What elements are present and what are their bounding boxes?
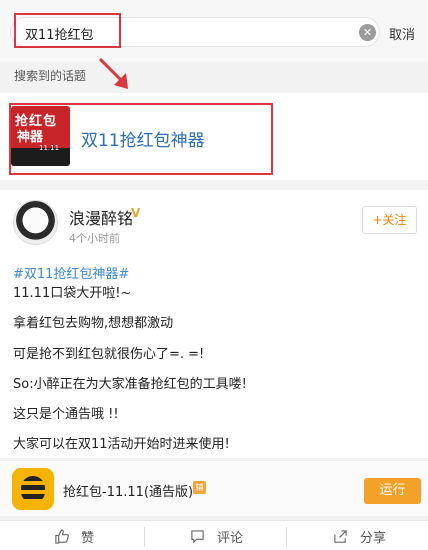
search-highlight-box: [14, 13, 121, 48]
topic-highlight-box: [9, 103, 273, 175]
post-text-line: 大家可以在双11活动开始时进来使用!: [13, 437, 230, 452]
divider: [286, 527, 287, 547]
app-name: 抢红包-11.11(通告版): [63, 485, 194, 500]
post-text-line: 可是抢不到红包就很伤心了=. =!: [13, 347, 205, 362]
post-card: 浪漫醉铭 V 4个小时前 +关注 #双11抢红包神器# 11.11口袋大开啦!~…: [0, 190, 428, 458]
arrow-annotation-icon: [98, 57, 128, 89]
like-button[interactable]: 赞: [54, 527, 94, 546]
comment-button[interactable]: 评论: [190, 527, 243, 546]
divider: [144, 527, 145, 547]
post-time: 4个小时前: [69, 232, 120, 245]
share-button[interactable]: 分享: [333, 527, 386, 546]
clear-icon[interactable]: ✕: [359, 24, 376, 41]
topic-result[interactable]: 抢红包 神器 11.11 双11抢红包神器: [0, 93, 428, 180]
cancel-button[interactable]: 取消: [389, 24, 415, 43]
run-button[interactable]: 运行: [364, 478, 421, 504]
comment-label: 评论: [217, 531, 244, 546]
bee-app-icon: [12, 468, 54, 510]
post-text-line: So:小醉正在为大家准备抢红包的工具喽!: [13, 377, 247, 392]
action-bar: 赞 评论 分享: [0, 520, 428, 550]
avatar[interactable]: [13, 200, 58, 245]
post-text-line: 这只是个通告哦 !!: [13, 407, 119, 422]
post-text-line: 11.11口袋大开啦!~: [13, 286, 132, 301]
search-bar: 双11抢红包 ✕ 取消: [0, 0, 428, 62]
post-text-line: 拿着红包去购物,想想都激动: [13, 316, 174, 331]
hashtag-link[interactable]: #双11抢红包神器#: [13, 263, 129, 282]
verified-badge-icon: V: [131, 206, 141, 220]
share-icon: [334, 530, 347, 543]
thumbs-up-icon: [55, 529, 69, 544]
comment-icon: [191, 530, 204, 544]
username[interactable]: 浪漫醉铭: [69, 205, 133, 229]
follow-button[interactable]: +关注: [362, 206, 417, 234]
share-label: 分享: [360, 531, 387, 546]
app-attachment[interactable]: 抢红包-11.11(通告版) 辅 运行: [0, 460, 428, 516]
app-badge: 辅: [193, 481, 206, 494]
section-label: 搜索到的话题: [14, 69, 87, 83]
like-label: 赞: [81, 531, 95, 546]
